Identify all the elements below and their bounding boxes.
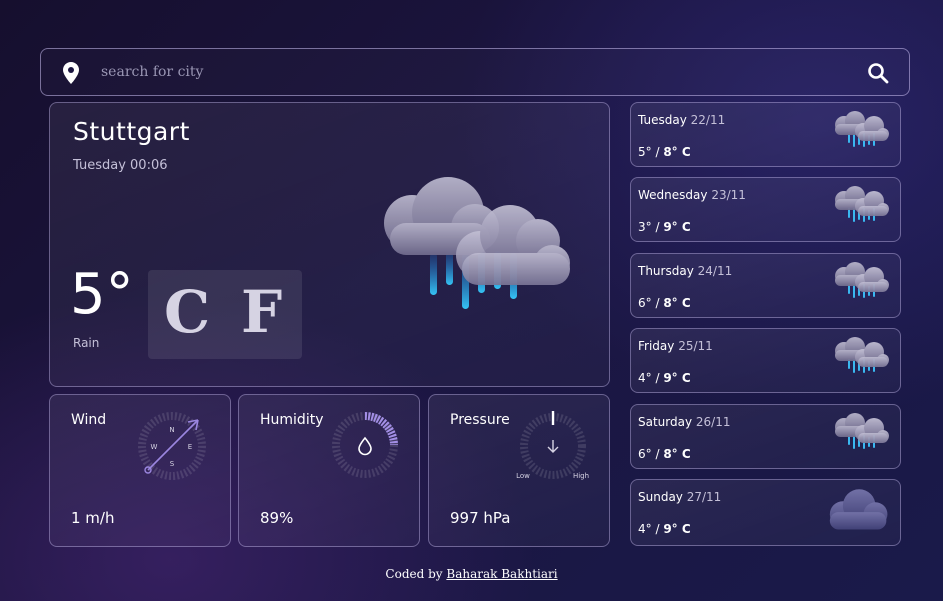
forecast-high: 9° C bbox=[663, 522, 691, 536]
forecast-high: 9° C bbox=[663, 220, 691, 234]
forecast-high: 9° C bbox=[663, 371, 691, 385]
weather-condition: Rain bbox=[73, 336, 100, 350]
humidity-gauge-icon bbox=[332, 412, 398, 478]
humidity-card: Humidity 89% bbox=[238, 394, 420, 547]
pressure-value: 997 hPa bbox=[450, 509, 511, 527]
forecast-date: 23/11 bbox=[711, 188, 746, 202]
forecast-high: 8° C bbox=[663, 145, 691, 159]
map-pin-icon bbox=[63, 62, 79, 84]
wind-compass-icon: N S W E bbox=[138, 412, 206, 480]
author-link[interactable]: Baharak Bakhtiari bbox=[446, 567, 557, 581]
forecast-low: 3° bbox=[638, 220, 652, 234]
cloud-icon bbox=[829, 489, 888, 530]
compass-s-label: S bbox=[170, 460, 175, 468]
forecast-low: 5° bbox=[638, 145, 652, 159]
search-icon[interactable] bbox=[867, 62, 889, 84]
forecast-item[interactable]: Sunday 27/11 4° / 9° C bbox=[630, 479, 901, 546]
forecast-high: 8° C bbox=[663, 296, 691, 310]
forecast-date: 26/11 bbox=[695, 415, 731, 429]
rain-cloud-icon bbox=[835, 413, 889, 449]
forecast-date: 25/11 bbox=[678, 339, 713, 353]
wind-title: Wind bbox=[71, 412, 107, 428]
footer-credit: Coded by Baharak Bakhtiari bbox=[0, 567, 943, 581]
rain-cloud-icon bbox=[835, 337, 889, 373]
wind-card: Wind N S W E 1 m/h bbox=[49, 394, 231, 547]
forecast-date: 27/11 bbox=[686, 490, 722, 504]
pressure-low-label: Low bbox=[516, 472, 530, 480]
rain-cloud-icon bbox=[835, 111, 889, 147]
forecast-day: Friday bbox=[638, 339, 675, 353]
forecast-day: Thursday bbox=[638, 264, 694, 278]
pressure-gauge-icon: Low High bbox=[516, 411, 589, 480]
forecast-date: 24/11 bbox=[697, 264, 733, 278]
rain-cloud-icon bbox=[835, 186, 889, 222]
forecast-day: Saturday bbox=[638, 415, 693, 429]
city-search-input[interactable] bbox=[101, 57, 861, 87]
current-datetime: Tuesday 00:06 bbox=[73, 158, 168, 173]
pressure-title: Pressure bbox=[450, 412, 510, 428]
forecast-day: Tuesday bbox=[638, 113, 687, 127]
forecast-date: 22/11 bbox=[690, 113, 726, 127]
forecast-high: 8° C bbox=[663, 447, 691, 461]
forecast-item[interactable]: Wednesday 23/11 3° / 9° C bbox=[630, 177, 901, 242]
forecast-item[interactable]: Thursday 24/11 6° / 8° C bbox=[630, 253, 901, 318]
compass-e-label: E bbox=[188, 443, 192, 451]
rain-cloud-icon bbox=[835, 262, 889, 298]
search-bar bbox=[40, 48, 910, 96]
forecast-low: 4° bbox=[638, 522, 652, 536]
forecast-item[interactable]: Tuesday 22/11 5° / 8° C bbox=[630, 102, 901, 167]
pressure-card: Pressure Low High 997 hPa bbox=[428, 394, 610, 547]
forecast-low: 6° bbox=[638, 296, 652, 310]
current-temperature: 5° bbox=[70, 262, 134, 327]
forecast-day: Wednesday bbox=[638, 188, 708, 202]
forecast-item[interactable]: Saturday 26/11 6° / 8° C bbox=[630, 404, 901, 469]
humidity-value: 89% bbox=[260, 509, 294, 527]
unit-toggle: C F bbox=[148, 270, 302, 359]
forecast-item[interactable]: Friday 25/11 4° / 9° C bbox=[630, 328, 901, 393]
wind-value: 1 m/h bbox=[71, 509, 115, 527]
rain-cloud-icon bbox=[384, 177, 570, 309]
footer-prefix: Coded by bbox=[385, 567, 443, 581]
current-weather-card: Stuttgart Tuesday 00:06 5° Rain C F bbox=[49, 102, 610, 387]
humidity-title: Humidity bbox=[260, 412, 324, 428]
forecast-low: 6° bbox=[638, 447, 652, 461]
fahrenheit-button[interactable]: F bbox=[241, 278, 282, 348]
forecast-low: 4° bbox=[638, 371, 652, 385]
compass-w-label: W bbox=[151, 443, 158, 451]
forecast-day: Sunday bbox=[638, 490, 683, 504]
compass-n-label: N bbox=[169, 426, 174, 434]
pressure-high-label: High bbox=[573, 472, 589, 480]
city-name: Stuttgart bbox=[73, 117, 190, 146]
celsius-button[interactable]: C bbox=[164, 278, 210, 348]
